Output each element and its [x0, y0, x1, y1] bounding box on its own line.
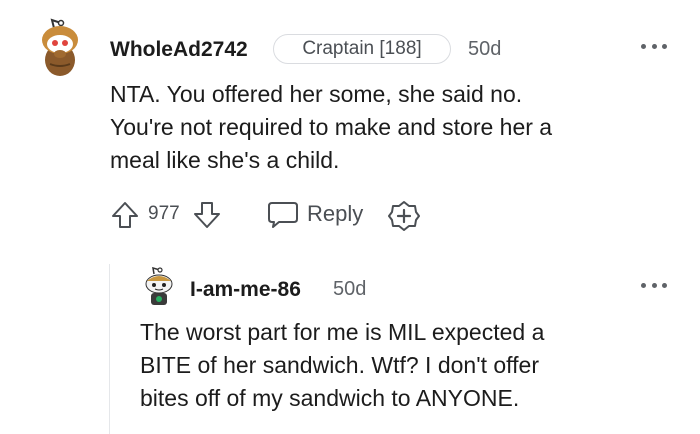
- vote-score: 977: [148, 203, 180, 224]
- comment-username[interactable]: WholeAd2742: [110, 38, 248, 62]
- reply-body-line: The worst part for me is MIL expected a: [140, 319, 545, 345]
- thread-line[interactable]: [109, 264, 110, 434]
- comment-body-line: You're not required to make and store he…: [110, 114, 553, 140]
- comment-body: NTA. You offered her some, she said no. …: [110, 78, 552, 177]
- reply-body-line: bites off of my sandwich to ANYONE.: [140, 385, 520, 411]
- comment-body-line: meal like she's a child.: [110, 147, 340, 173]
- reply-body-line: BITE of her sandwich. Wtf? I don't offer: [140, 352, 539, 378]
- reply-username[interactable]: I-am-me-86: [190, 278, 301, 302]
- arrow-down-icon[interactable]: [192, 200, 222, 230]
- user-avatar-icon[interactable]: [36, 18, 84, 78]
- reply-timestamp: 50d: [333, 278, 367, 300]
- reply-body: The worst part for me is MIL expected a …: [140, 316, 544, 415]
- comment-body-line: NTA. You offered her some, she said no.: [110, 81, 523, 107]
- ellipsis-icon[interactable]: [641, 38, 667, 54]
- plus-badge-icon[interactable]: [388, 200, 420, 232]
- comment-timestamp: 50d: [468, 38, 502, 60]
- user-flair: Craptain [188]: [273, 34, 451, 64]
- ellipsis-icon[interactable]: [641, 277, 667, 293]
- arrow-up-icon[interactable]: [110, 200, 140, 230]
- comment-thread: WholeAd2742 Craptain [188] 50d NTA. You …: [0, 0, 700, 434]
- reply-button[interactable]: Reply: [307, 201, 363, 227]
- user-avatar-icon[interactable]: [142, 267, 176, 309]
- chat-bubble-icon[interactable]: [266, 200, 300, 230]
